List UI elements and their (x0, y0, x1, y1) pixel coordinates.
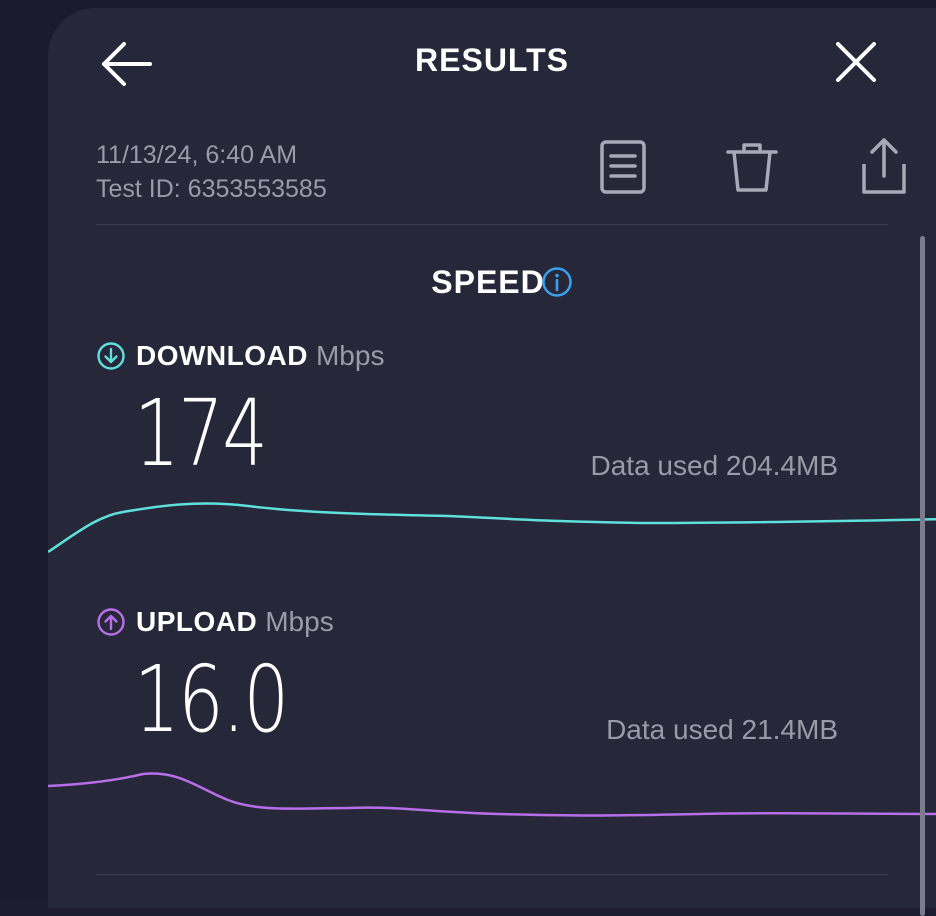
page-title: RESULTS (415, 42, 569, 78)
download-name: DOWNLOAD (136, 340, 308, 371)
results-header: RESULTS (48, 8, 936, 118)
delete-button[interactable] (724, 136, 780, 196)
test-meta: 11/13/24, 6:40 AM Test ID: 6353553585 (96, 138, 327, 206)
download-value: 174 (134, 380, 268, 487)
upload-value: 16.0 (134, 646, 289, 753)
upload-name: UPLOAD (136, 606, 258, 637)
trash-icon (726, 143, 778, 192)
upload-unit: Mbps (265, 606, 334, 637)
details-button[interactable] (596, 136, 652, 196)
test-id: Test ID: 6353553585 (96, 175, 327, 203)
header-divider (96, 224, 888, 225)
download-unit: Mbps (315, 340, 385, 371)
upload-data-used: Data used 21.4MB (606, 714, 838, 745)
speed-info-button[interactable] (541, 266, 573, 298)
upload-graph-line (48, 772, 936, 817)
document-icon (600, 140, 646, 194)
download-graph (48, 502, 936, 554)
upload-arrow-icon (97, 608, 125, 636)
close-icon (836, 42, 876, 82)
close-button[interactable] (830, 36, 882, 88)
results-sheet: RESULTS 11/13/24, 6:40 AM Test ID: 63535… (48, 8, 936, 916)
upload-graph (48, 772, 936, 817)
download-data-used: Data used 204.4MB (590, 450, 839, 481)
info-icon (542, 267, 572, 297)
bottom-divider (96, 874, 888, 875)
share-icon (862, 138, 906, 194)
download-graph-line (48, 502, 936, 554)
share-button[interactable] (856, 136, 912, 196)
upload-label: UPLOAD Mbps (96, 606, 334, 638)
download-label: DOWNLOAD Mbps (96, 340, 384, 372)
download-arrow-icon (97, 342, 125, 370)
test-datetime: 11/13/24, 6:40 AM (96, 141, 298, 169)
speed-title: SPEED (431, 264, 545, 300)
scrollbar[interactable] (920, 236, 925, 916)
